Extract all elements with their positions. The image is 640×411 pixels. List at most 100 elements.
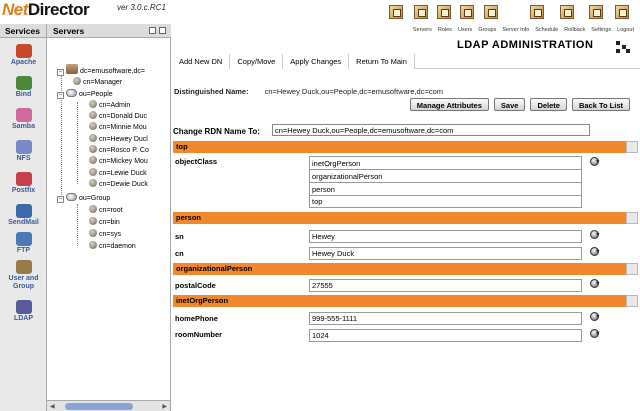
homephone-field[interactable] (309, 312, 582, 325)
main-panel: LDAP ADMINISTRATION Add New DN Copy/Move… (172, 36, 640, 411)
nav-schedule[interactable]: Schedule (535, 27, 558, 33)
add-value-icon[interactable] (590, 230, 600, 239)
back-to-list-button[interactable]: Back To List (571, 98, 630, 111)
schedule-icon[interactable] (530, 5, 544, 19)
service-apache[interactable]: Apache (0, 44, 47, 67)
add-value-icon[interactable] (590, 329, 600, 338)
tree-node-manager[interactable]: cn=Manager (73, 77, 122, 87)
nav-users[interactable]: Users (458, 27, 472, 33)
tree-node-bin-group[interactable]: cn=bin (89, 217, 120, 227)
objectclass-value-2[interactable] (309, 169, 582, 182)
nav-groups[interactable]: Groups (478, 27, 496, 33)
nav-servers[interactable]: Servers (413, 27, 432, 33)
collapse-toggle-icon[interactable]: − (57, 92, 64, 99)
scroll-right-icon[interactable]: ▶ (162, 403, 167, 410)
tree-node-daemon-group[interactable]: cn=daemon (89, 241, 136, 251)
logout-icon[interactable] (615, 5, 629, 19)
user-icon (89, 241, 97, 249)
sn-field[interactable] (309, 230, 582, 243)
collapse-icon[interactable] (159, 27, 166, 34)
add-value-icon[interactable] (590, 279, 600, 288)
settings-icon[interactable] (589, 5, 603, 19)
servers-header: Servers (47, 24, 171, 38)
user-icon (89, 205, 97, 213)
section-title: top (176, 142, 188, 151)
objectclass-value-1[interactable] (309, 156, 582, 169)
tree-node-label: cn=Manager (83, 79, 123, 86)
expand-icon[interactable] (149, 27, 156, 34)
service-bind[interactable]: Bind (0, 76, 47, 99)
groups-icon[interactable] (460, 5, 474, 19)
save-button[interactable]: Save (493, 98, 526, 111)
cn-field[interactable] (309, 247, 582, 260)
tree-node-hewey[interactable]: cn=Hewey Ducl (89, 134, 148, 144)
scroll-left-icon[interactable]: ◀ (50, 403, 55, 410)
tab-apply-changes[interactable]: Apply Changes (283, 54, 350, 69)
ftp-icon (15, 232, 32, 246)
service-ftp[interactable]: FTP (0, 232, 47, 255)
tree-node-root-group[interactable]: cn=root (89, 205, 123, 215)
section-title: person (176, 213, 202, 222)
nav-settings[interactable]: Settings (591, 27, 611, 33)
roles-icon[interactable] (414, 5, 428, 19)
roomnumber-field[interactable] (309, 329, 582, 342)
postalcode-field[interactable] (309, 279, 582, 292)
objectclass-value-4[interactable] (309, 195, 582, 208)
user-icon (73, 77, 81, 85)
tree-node-sys-group[interactable]: cn=sys (89, 229, 121, 239)
tree-horizontal-scrollbar[interactable]: ◀ ▶ (47, 400, 171, 411)
tree-node-label: cn=bin (99, 219, 120, 226)
tree-line (77, 204, 78, 246)
section-organizationalperson: organizationalPerson (173, 263, 638, 275)
add-value-icon[interactable] (590, 157, 600, 166)
service-sendmail[interactable]: SendMail (0, 204, 47, 227)
dn-label: Distinguished Name: (174, 87, 249, 96)
tree-node-rosco[interactable]: cn=Rosco P. Co (89, 145, 149, 155)
section-corner (626, 295, 638, 307)
collapse-toggle-icon[interactable]: − (57, 196, 64, 203)
tab-return-to-main[interactable]: Return To Main (349, 54, 415, 69)
service-ldap[interactable]: LDAP (0, 300, 47, 323)
service-samba[interactable]: Samba (0, 108, 47, 131)
servers-icon[interactable] (389, 5, 403, 19)
scrollbar-thumb[interactable] (65, 403, 133, 410)
tree-node-donald[interactable]: cn=Donald Duc (89, 111, 147, 121)
manage-attributes-button[interactable]: Manage Attributes (409, 98, 489, 111)
tab-copy-move[interactable]: Copy/Move (230, 54, 284, 69)
service-nfs[interactable]: NFS (0, 140, 47, 163)
tab-add-new-dn[interactable]: Add New DN (172, 54, 231, 69)
tree-node-admin[interactable]: cn=Admin (89, 100, 130, 110)
section-top: top (173, 141, 638, 153)
nav-roles[interactable]: Roles (438, 27, 452, 33)
tree-node-label: ou=People (79, 91, 113, 98)
objectclass-value-3[interactable] (309, 182, 582, 195)
tree-node-label: cn=Dewie Duck (99, 181, 148, 188)
nav-logout[interactable]: Logout (617, 27, 634, 33)
service-postfix[interactable]: Postfix (0, 172, 47, 195)
attr-homephone-label: homePhone (175, 314, 218, 323)
user-icon (89, 179, 97, 187)
tree-node-mickey[interactable]: cn=Mickey Mou (89, 156, 148, 166)
add-value-icon[interactable] (590, 247, 600, 256)
tree-node-dewie[interactable]: cn=Dewie Duck (89, 179, 148, 189)
nav-server-info[interactable]: Server Info (502, 27, 529, 33)
delete-button[interactable]: Delete (530, 98, 567, 111)
tree-node-label: cn=daemon (99, 243, 136, 250)
tree-node-group[interactable]: − ou=Group (57, 193, 110, 203)
add-value-icon[interactable] (590, 312, 600, 321)
users-icon[interactable] (437, 5, 451, 19)
tree-node-people[interactable]: − ou=People (57, 89, 113, 99)
rollback-icon[interactable] (560, 5, 574, 19)
server-info-icon[interactable] (484, 5, 498, 19)
tree-node-lewie[interactable]: cn=Lewie Duck (89, 168, 147, 178)
tree-node-minnie[interactable]: cn=Minnie Mou (89, 122, 147, 132)
tree-node-root[interactable]: − dc=emusoftware,dc= (57, 64, 145, 76)
service-user-and-group[interactable]: User and Group (0, 260, 47, 291)
tree-node-label: cn=Hewey Ducl (99, 136, 148, 143)
rdn-input[interactable] (272, 124, 590, 136)
user-group-icon (15, 260, 32, 274)
services-header: Services (0, 24, 47, 38)
section-corner (626, 263, 638, 275)
nav-rollback[interactable]: Rollback (564, 27, 585, 33)
collapse-toggle-icon[interactable]: − (57, 69, 64, 76)
